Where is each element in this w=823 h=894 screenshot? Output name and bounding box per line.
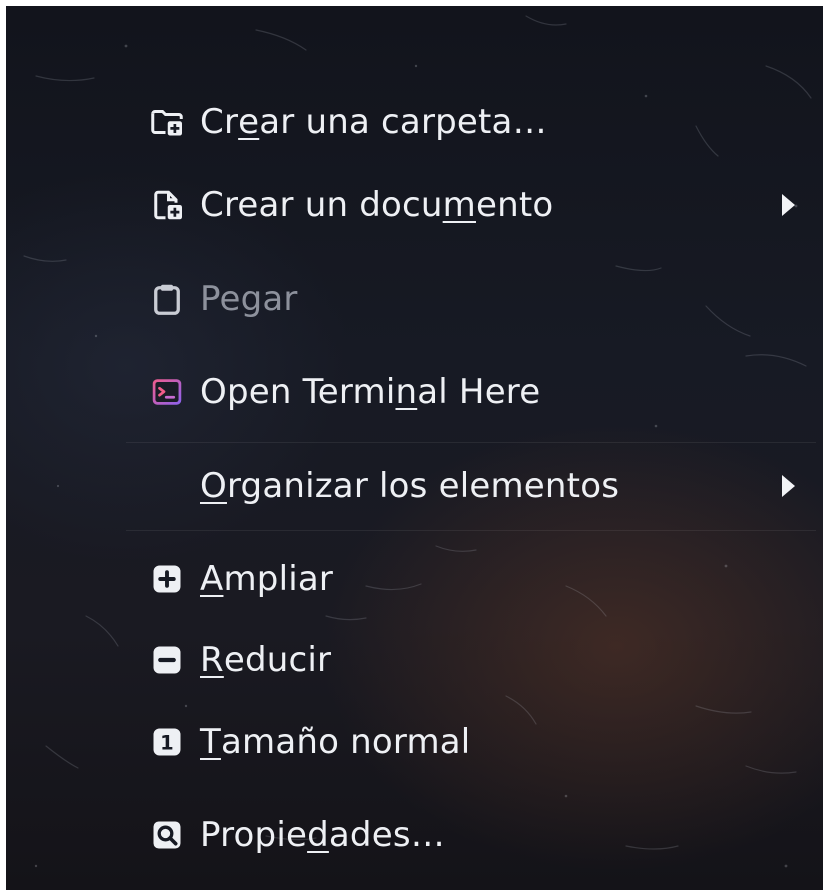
terminal-icon bbox=[148, 373, 186, 411]
menu-item-label: Ampliar bbox=[200, 559, 334, 599]
context-menu: Cr e ar una carpeta… Crear un docu m ento Pe… bbox=[6, 6, 823, 890]
menu-item-zoom-out[interactable]: Reducir bbox=[6, 617, 823, 703]
zoom-out-icon bbox=[148, 641, 186, 679]
zoom-in-icon bbox=[148, 560, 186, 598]
menu-item-zoom-normal[interactable]: 1 Tamaño normal bbox=[6, 699, 823, 785]
menu-item-zoom-in[interactable]: Ampliar bbox=[6, 536, 823, 622]
zoom-original-digit: 1 bbox=[160, 732, 174, 755]
menu-item-create-document[interactable]: Crear un docu m ento bbox=[6, 162, 823, 248]
document-properties-icon bbox=[148, 816, 186, 854]
menu-item-label: Propie d ades… bbox=[200, 815, 445, 855]
menu-item-label: Cr e ar una carpeta… bbox=[200, 102, 547, 142]
zoom-original-icon: 1 bbox=[148, 723, 186, 761]
clipboard-paste-icon bbox=[148, 280, 186, 318]
menu-item-label: Open Termi n al Here bbox=[200, 372, 541, 412]
menu-item-label: Crear un docu m ento bbox=[200, 185, 554, 225]
menu-item-arrange-items[interactable]: Organizar los elementos bbox=[6, 443, 823, 529]
folder-new-icon bbox=[148, 103, 186, 141]
submenu-arrow-icon bbox=[782, 194, 795, 216]
menu-item-label: Tamaño normal bbox=[200, 722, 471, 762]
menu-item-label: Organizar los elementos bbox=[200, 466, 620, 506]
document-new-icon bbox=[148, 186, 186, 224]
submenu-arrow-icon bbox=[782, 475, 795, 497]
menu-item-open-terminal[interactable]: Open Termi n al Here bbox=[6, 349, 823, 435]
menu-item-label: Pegar bbox=[200, 279, 298, 319]
menu-item-create-folder[interactable]: Cr e ar una carpeta… bbox=[6, 79, 823, 165]
menu-item-properties[interactable]: Propie d ades… bbox=[6, 792, 823, 878]
menu-separator bbox=[126, 530, 816, 531]
menu-item-label: Reducir bbox=[200, 640, 332, 680]
menu-item-paste: Pegar bbox=[6, 256, 823, 342]
